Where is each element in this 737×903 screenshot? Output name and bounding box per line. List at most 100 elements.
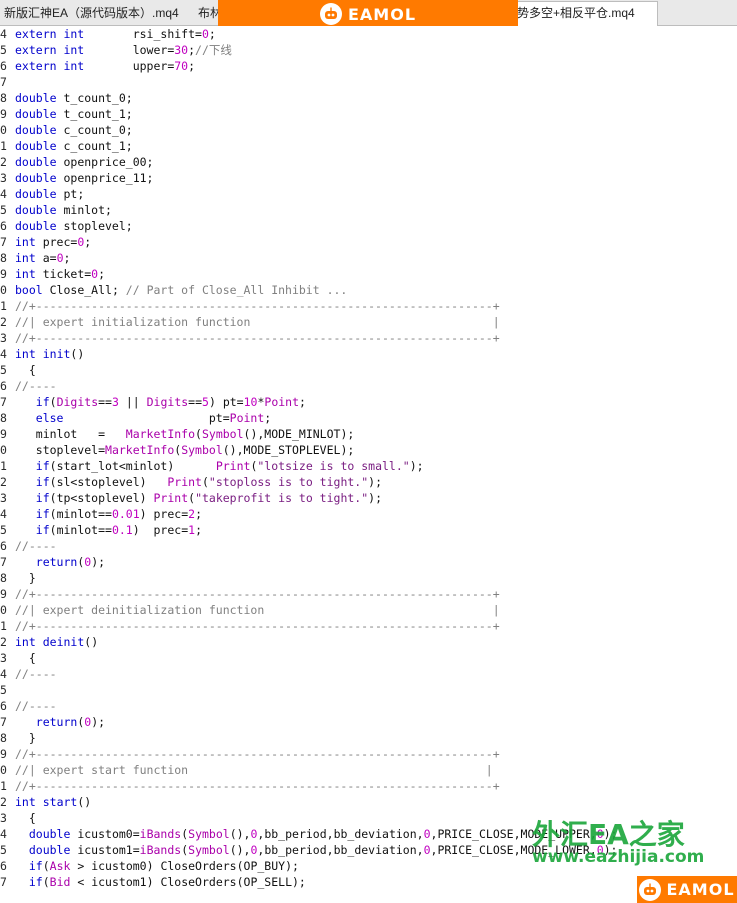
code-token: ) pt=	[208, 395, 244, 409]
code-token: ;	[299, 395, 306, 409]
code-line: 8 }	[0, 730, 737, 746]
code-token: openprice_00;	[56, 155, 154, 169]
code-line: 0 //| expert start function |	[0, 762, 737, 778]
code-token: t_count_0;	[56, 91, 133, 105]
code-token: Symbol	[188, 843, 230, 857]
code-text: double t_count_1;	[15, 107, 133, 121]
code-text: if(Ask > icustom0) CloseOrders(OP_BUY);	[15, 859, 299, 873]
line-number: 2	[0, 795, 7, 809]
code-line: 5	[0, 682, 737, 698]
code-token: Symbol	[201, 427, 244, 441]
code-token: (	[42, 875, 50, 889]
code-token: );	[91, 555, 106, 569]
code-text: return(0);	[15, 715, 105, 729]
code-token: icustom0=	[70, 827, 140, 841]
line-number: 4	[0, 347, 7, 361]
code-text: //----	[15, 379, 57, 393]
code-token: (start_lot<minlot)	[49, 459, 216, 473]
line-number: 3	[0, 171, 7, 185]
code-line: 3 {	[0, 650, 737, 666]
code-token: (minlot==	[49, 507, 112, 521]
code-token: //+-------------------------------------…	[15, 331, 500, 345]
code-token: init	[42, 347, 71, 361]
code-token: int	[15, 795, 36, 809]
code-line: 3 //+------------------------------------…	[0, 330, 737, 346]
code-token: //下线	[195, 43, 232, 57]
code-token: bool	[15, 283, 43, 297]
code-token: ()	[77, 795, 92, 809]
brand-logo-icon	[319, 3, 342, 25]
code-token: 0	[56, 251, 64, 265]
line-number: 7	[0, 875, 7, 889]
code-token: (	[42, 859, 50, 873]
line-number: 3	[0, 491, 7, 505]
code-token: (),MODE_STOPLEVEL);	[222, 443, 355, 457]
code-text: {	[15, 811, 36, 825]
code-token: c_count_1;	[56, 139, 133, 153]
code-text: else pt=Point;	[15, 411, 271, 425]
code-token: );	[368, 491, 383, 505]
code-text: //| expert start function |	[15, 763, 493, 777]
code-text: int deinit()	[15, 635, 98, 649]
code-token: else	[35, 411, 64, 425]
code-editor[interactable]: 4 extern int rsi_shift=0; 5 extern int lowe…	[0, 26, 737, 903]
code-line: 4 extern int rsi_shift=0;	[0, 26, 737, 42]
code-token: upper=	[132, 59, 175, 73]
code-token: double	[15, 203, 57, 217]
tab-file-1[interactable]: 新版汇神EA（源代码版本）.mq4	[0, 2, 198, 24]
code-token: (sl<stoplevel)	[49, 475, 168, 489]
code-token: ;	[188, 59, 196, 73]
code-token: (),MODE_MINLOT);	[243, 427, 355, 441]
code-token: iBands	[139, 843, 182, 857]
code-line: 6 double stoplevel;	[0, 218, 737, 234]
code-token: (),	[229, 843, 251, 857]
code-line: 2 if(sl<stoplevel) Print("stoploss is to…	[0, 474, 737, 490]
line-number: 4	[0, 667, 7, 681]
code-line: 9 //+------------------------------------…	[0, 746, 737, 762]
code-text: //+-------------------------------------…	[15, 587, 500, 601]
line-number: 9	[0, 747, 7, 761]
code-line: 9 minlot = MarketInfo(Symbol(),MODE_MINL…	[0, 426, 737, 442]
code-token: }	[15, 571, 36, 585]
line-number: 0	[0, 283, 7, 297]
code-text: minlot = MarketInfo(Symbol(),MODE_MINLOT…	[15, 427, 355, 441]
brand-name: EAMOL	[347, 4, 417, 24]
code-token: ) prec=	[139, 507, 189, 521]
tab-file-active[interactable]: 势多空+相反平仓.mq4	[512, 1, 658, 26]
line-number: 7	[0, 715, 7, 729]
line-number: 1	[0, 459, 7, 473]
line-number: 0	[0, 763, 7, 777]
code-token: if	[35, 459, 50, 473]
line-number: 8	[0, 411, 7, 425]
code-text: double minlot;	[15, 203, 112, 217]
code-token: //----	[15, 539, 57, 553]
code-token: "stoploss is to tight."	[208, 475, 369, 489]
code-token: (minlot==	[49, 523, 112, 537]
code-token: {	[15, 811, 36, 825]
code-token: extern int	[15, 59, 133, 73]
line-number: 2	[0, 155, 7, 169]
code-text: }	[15, 571, 36, 585]
code-token: Close_All;	[42, 283, 126, 297]
code-line: 9 int ticket=0;	[0, 266, 737, 282]
code-text: double pt;	[15, 187, 84, 201]
code-token: pt;	[56, 187, 85, 201]
code-token: if	[28, 875, 43, 889]
code-text: if(Digits==3 || Digits==5) pt=10*Point;	[15, 395, 306, 409]
code-text: if(sl<stoplevel) Print("stoploss is to t…	[15, 475, 382, 489]
code-line: 8 }	[0, 570, 737, 586]
line-number: 9	[0, 427, 7, 441]
code-token: ()	[84, 635, 99, 649]
line-number: 7	[0, 555, 7, 569]
code-token: return	[35, 715, 78, 729]
line-number: 6	[0, 59, 7, 73]
code-token: //----	[15, 667, 57, 681]
code-token: );	[368, 475, 383, 489]
